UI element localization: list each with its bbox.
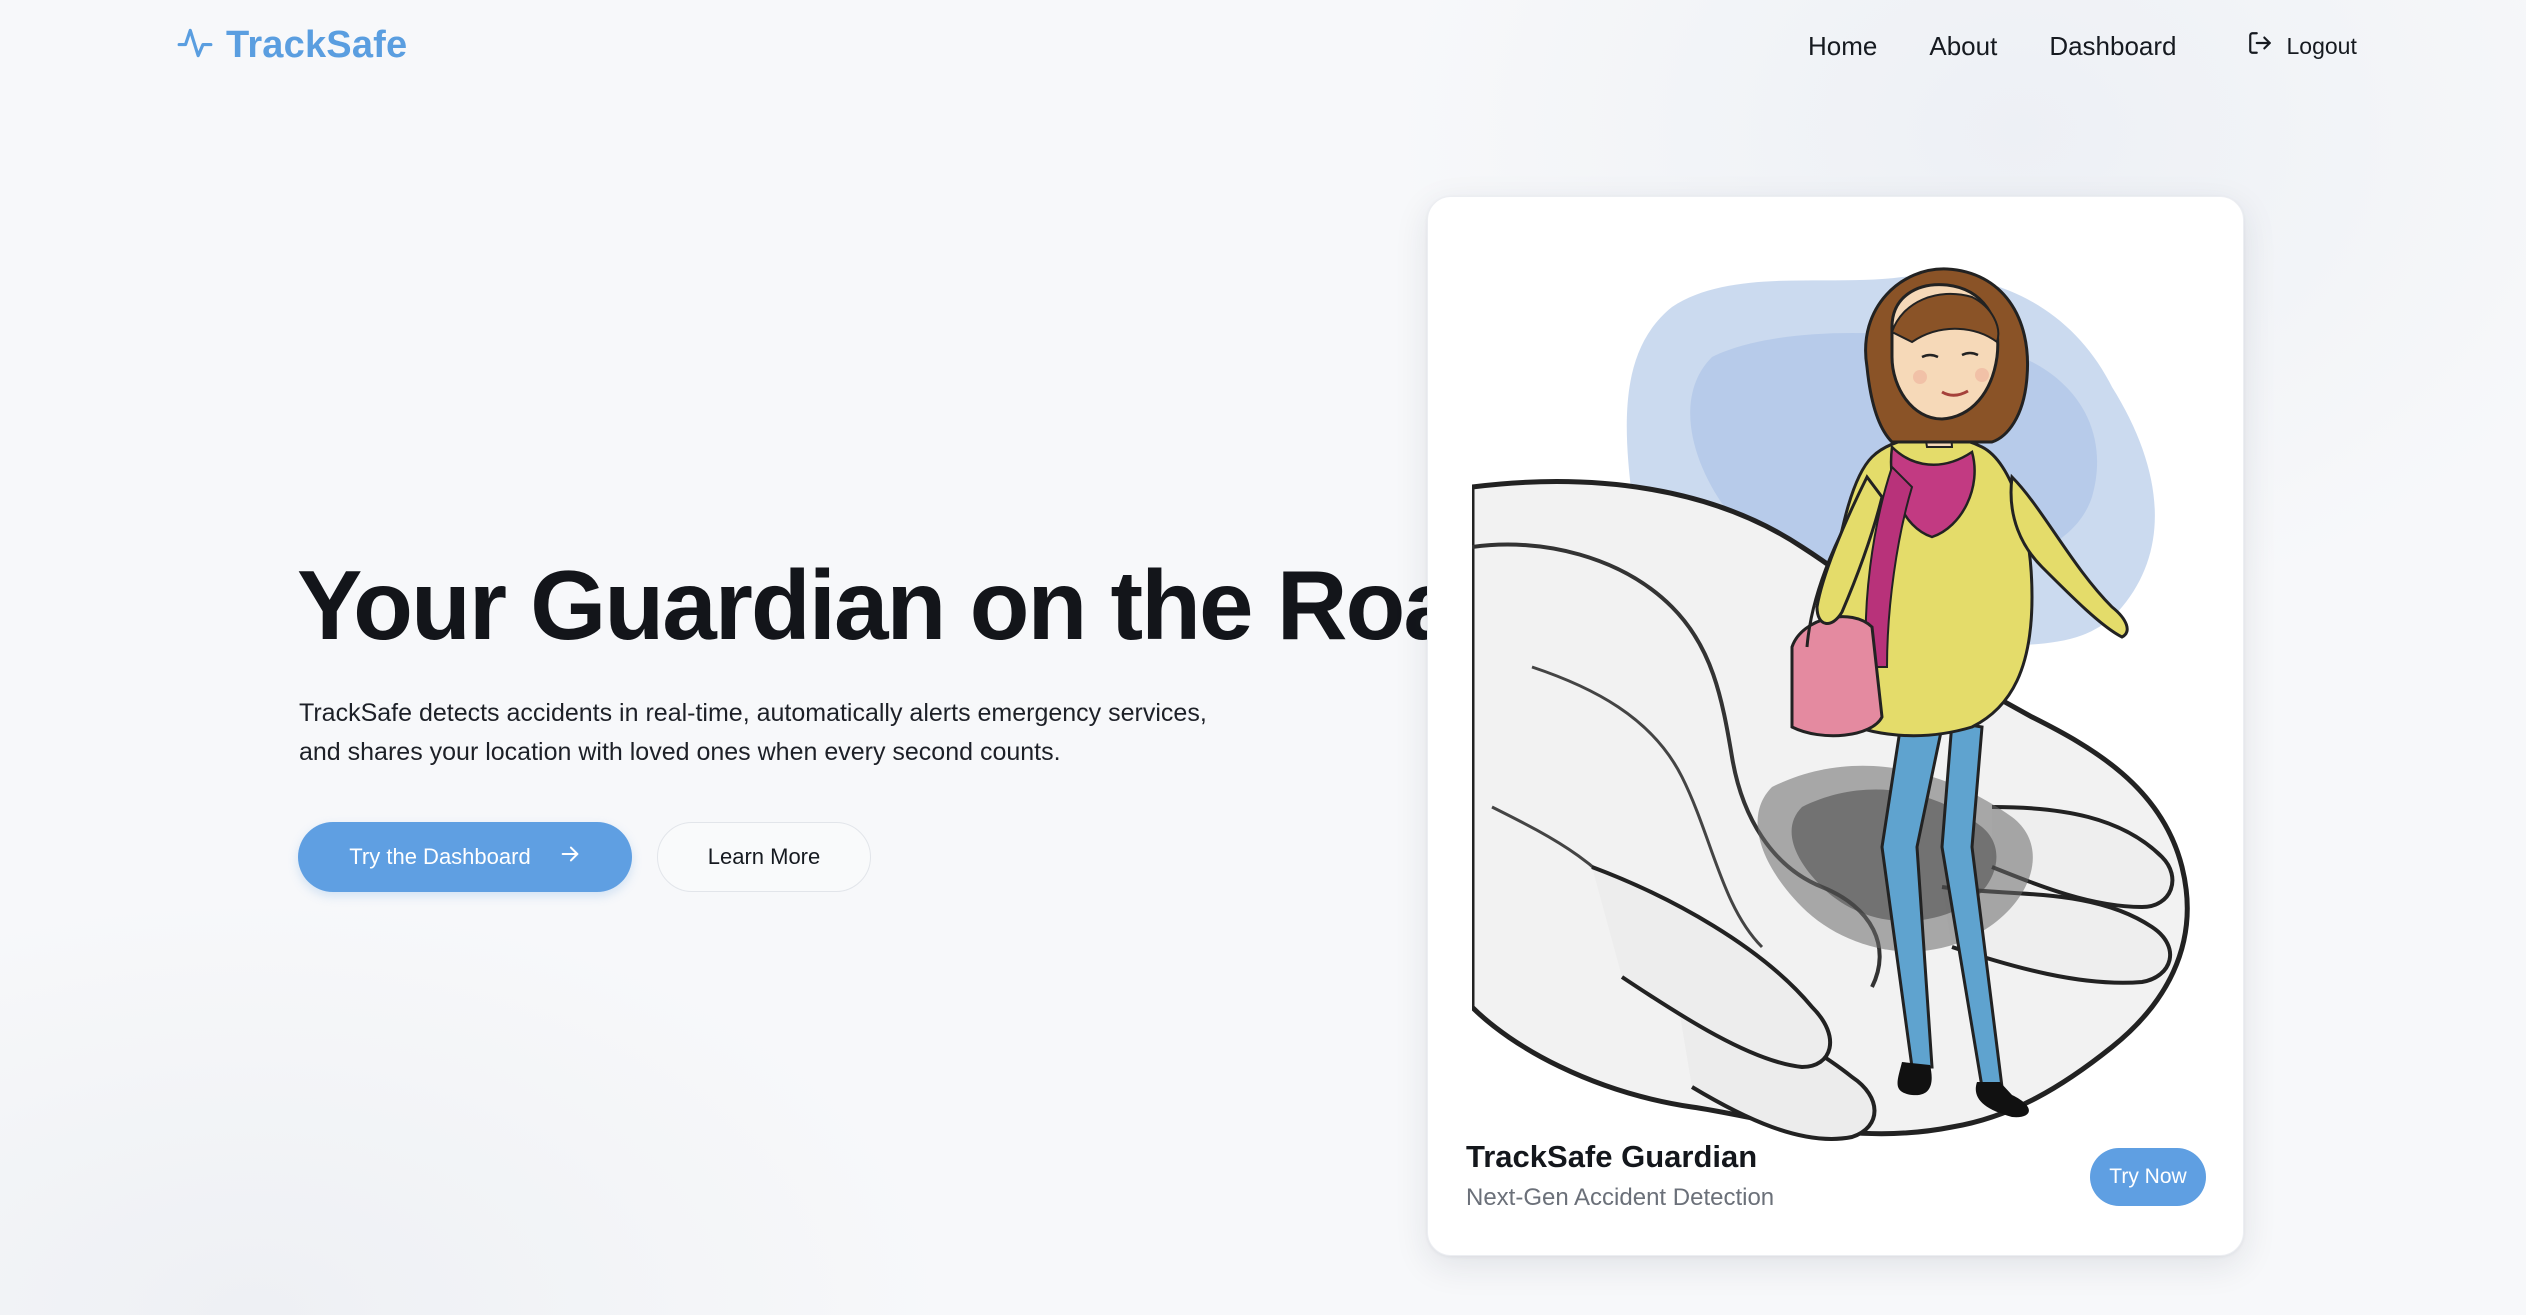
hero-description-line: and shares your location with loved ones… — [299, 738, 1061, 766]
pulse-icon — [176, 24, 214, 67]
learn-more-label: Learn More — [707, 844, 821, 869]
card-subtitle: Next-Gen Accident Detection — [1466, 1184, 1775, 1211]
try-now-button[interactable]: Try Now — [2090, 1148, 2206, 1206]
logout-button[interactable]: Logout — [2247, 30, 2357, 62]
nav-about[interactable]: About — [1929, 31, 1997, 62]
card-title: TrackSafe Guardian — [1466, 1139, 1758, 1174]
brand-name: TrackSafe — [226, 23, 408, 66]
nav-home[interactable]: Home — [1808, 31, 1877, 62]
try-now-label: Try Now — [2109, 1165, 2187, 1188]
arrow-right-icon — [559, 843, 581, 871]
main-nav: Home About Dashboard Logout — [1808, 26, 2357, 66]
logout-label: Logout — [2286, 32, 2357, 59]
woman-on-hand-illustration — [1469, 247, 2202, 1255]
logout-icon — [2247, 30, 2273, 62]
product-card: TrackSafe Guardian Next-Gen Accident Det… — [1427, 196, 2244, 1256]
page: TrackSafe Home About Dashboard Logout Yo… — [0, 0, 2526, 1315]
nav-dashboard[interactable]: Dashboard — [2049, 31, 2176, 62]
try-dashboard-label: Try the Dashboard — [349, 844, 531, 869]
hero-description: TrackSafe detects accidents in real-time… — [299, 694, 1279, 772]
brand-logo[interactable]: TrackSafe — [176, 22, 407, 68]
try-dashboard-button[interactable]: Try the Dashboard — [298, 822, 632, 892]
hero-title: Your Guardian on the Road — [297, 550, 1516, 660]
navbar: TrackSafe Home About Dashboard Logout — [0, 0, 2526, 90]
learn-more-button[interactable]: Learn More — [657, 822, 871, 892]
hero-description-line: TrackSafe detects accidents in real-time… — [299, 699, 1207, 727]
